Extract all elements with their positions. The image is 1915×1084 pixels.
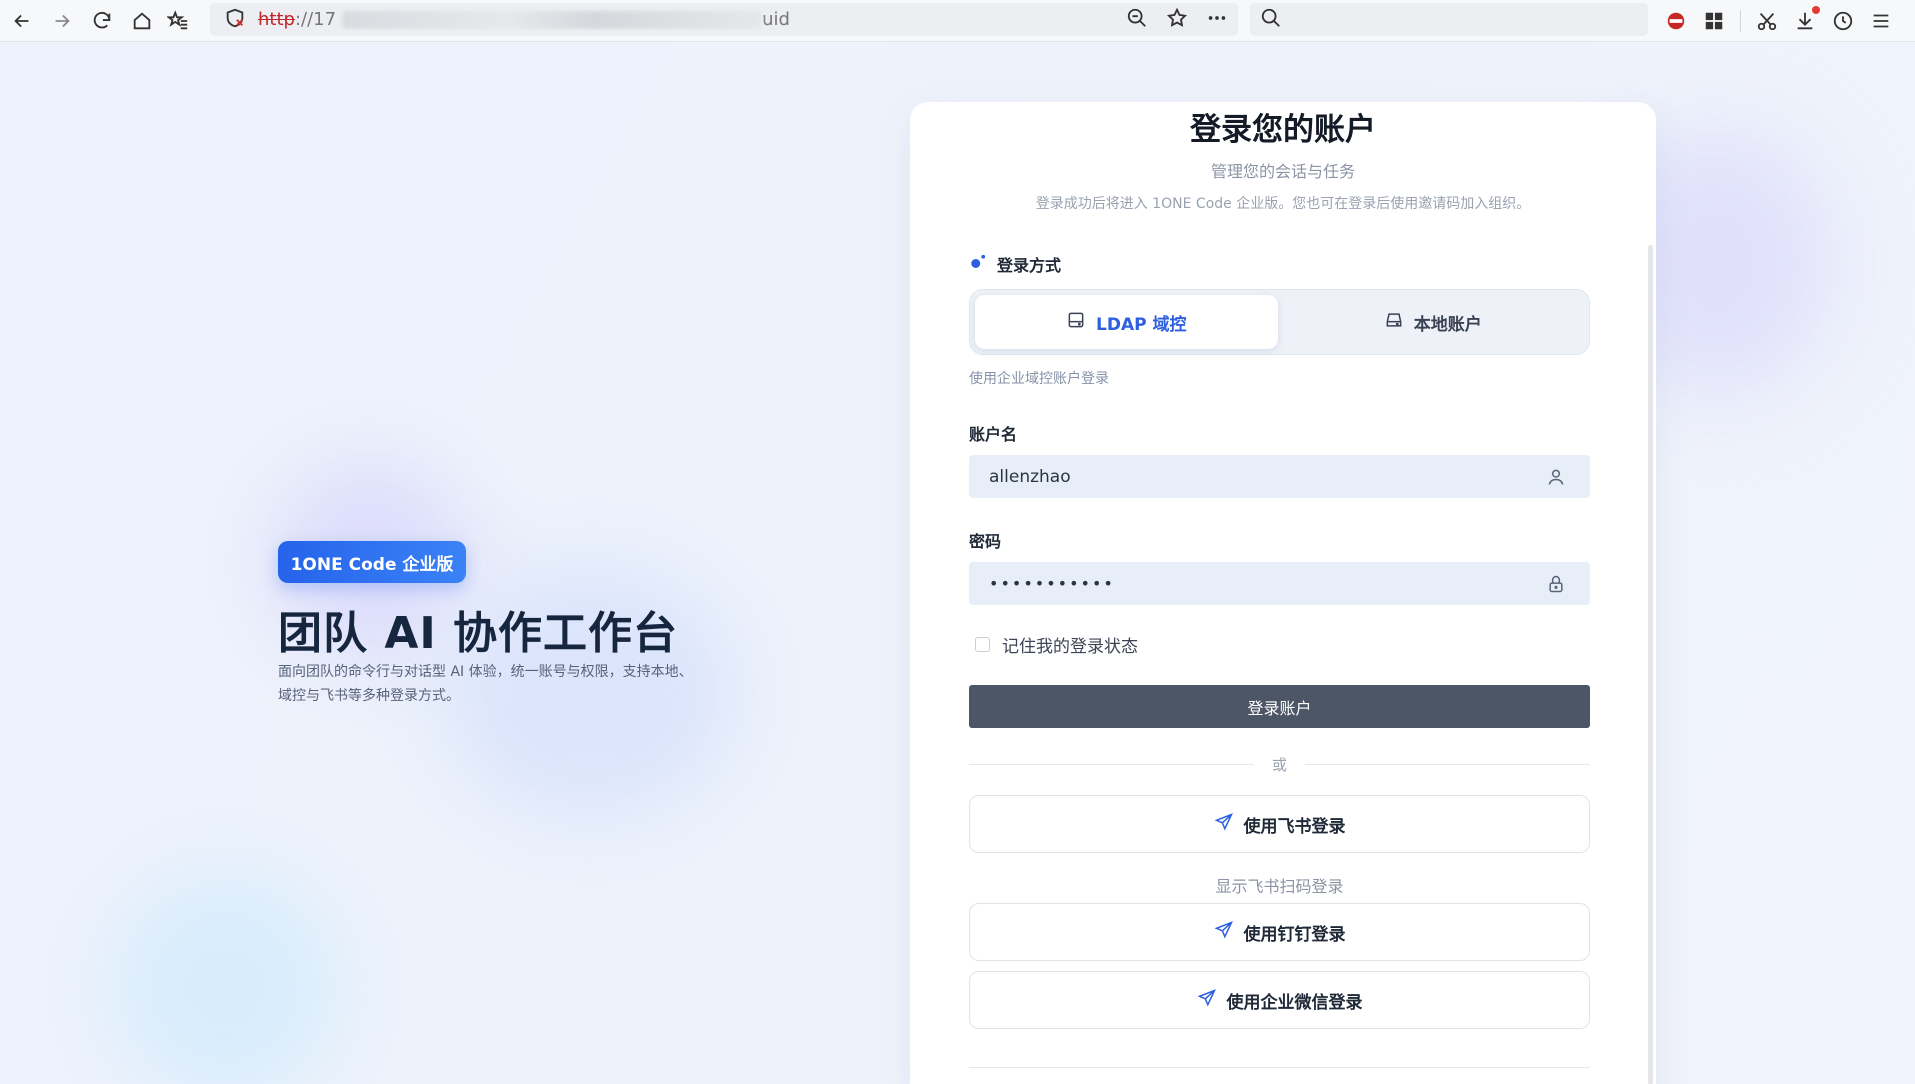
- search-icon[interactable]: [1260, 7, 1282, 33]
- feishu-qr-toggle[interactable]: 显示飞书扫码登录: [969, 873, 1590, 897]
- login-method-label: 登录方式: [969, 252, 1061, 276]
- browser-toolbar: http://17 uid: [0, 0, 1915, 42]
- dingtalk-login-button[interactable]: 使用钉钉登录: [969, 903, 1590, 961]
- reload-icon[interactable]: [82, 0, 122, 42]
- dingtalk-login-label: 使用钉钉登录: [1243, 924, 1346, 945]
- feishu-login-button[interactable]: 使用飞书登录: [969, 795, 1590, 853]
- hard-drive-icon: [1066, 310, 1086, 335]
- wecom-login-button[interactable]: 使用企业微信登录: [969, 971, 1590, 1029]
- card-title: 登录您的账户: [1190, 112, 1376, 148]
- tab-ldap-label: LDAP 域控: [1096, 314, 1187, 335]
- divider-line: [969, 763, 1254, 765]
- tab-local-account[interactable]: 本地账户: [1282, 295, 1585, 349]
- username-value: allenzhao: [989, 466, 1071, 487]
- login-method-tabs: LDAP 域控 本地账户: [969, 289, 1590, 355]
- username-label: 账户名: [969, 425, 1018, 444]
- card-description: 登录成功后将进入 1ONE Code 企业版。您也可在登录后使用邀请码加入组织。: [1035, 196, 1531, 212]
- zoom-icon[interactable]: [1126, 7, 1148, 33]
- bookmarks-icon[interactable]: [158, 0, 198, 42]
- password-label: 密码: [969, 532, 1002, 551]
- divider-line: [1305, 763, 1591, 765]
- hero-description: 面向团队的命令行与对话型 AI 体验，统一账号与权限，支持本地、域控与飞书等多种…: [278, 664, 693, 704]
- send-icon: [1214, 920, 1234, 945]
- satellite-dot-icon: [969, 253, 987, 275]
- password-input[interactable]: •••••••••••: [969, 562, 1590, 605]
- edition-badge: 1ONE Code 企业版: [278, 541, 466, 583]
- notification-dot: [1812, 6, 1820, 14]
- history-icon[interactable]: [1831, 9, 1855, 33]
- apps-grid-icon[interactable]: [1702, 9, 1726, 33]
- scissors-icon[interactable]: [1755, 9, 1779, 33]
- username-input[interactable]: allenzhao: [969, 455, 1590, 498]
- or-divider: 或: [969, 754, 1591, 774]
- download-icon[interactable]: [1793, 6, 1820, 33]
- login-method-text: 登录方式: [997, 256, 1062, 275]
- url-prefix: ://17: [294, 9, 337, 30]
- menu-icon[interactable]: [1869, 9, 1893, 33]
- send-icon: [1197, 988, 1217, 1013]
- password-value: •••••••••••: [989, 574, 1115, 593]
- feishu-login-label: 使用飞书登录: [1243, 816, 1346, 837]
- toolbar-divider: [1740, 10, 1741, 32]
- login-submit-button[interactable]: 登录账户: [969, 685, 1590, 728]
- remember-me[interactable]: 记住我的登录状态: [975, 632, 1138, 657]
- decor-blob: [110, 872, 340, 1084]
- shield-warning-icon[interactable]: [224, 7, 246, 33]
- remember-checkbox[interactable]: [975, 637, 990, 652]
- user-icon: [1546, 467, 1566, 487]
- card-subtitle: 管理您的会话与任务: [1210, 162, 1355, 181]
- or-label: 或: [1272, 755, 1288, 774]
- send-icon: [1214, 812, 1234, 837]
- url-protocol: http: [258, 9, 295, 30]
- home-icon[interactable]: [122, 0, 162, 42]
- login-hint: 使用企业域控账户登录: [969, 371, 1109, 387]
- hero-title: 团队 AI 协作工作台: [278, 608, 679, 659]
- lock-icon: [1546, 574, 1566, 594]
- address-bar[interactable]: http://17 uid: [210, 3, 1238, 36]
- tab-ldap[interactable]: LDAP 域控: [975, 295, 1278, 349]
- url-suffix: uid: [762, 9, 790, 30]
- hard-drive-icon: [1384, 310, 1404, 335]
- back-icon[interactable]: [2, 0, 42, 42]
- card-bottom-divider: [969, 1067, 1590, 1068]
- star-icon[interactable]: [1166, 7, 1188, 33]
- search-bar[interactable]: [1250, 3, 1648, 36]
- more-icon[interactable]: [1206, 7, 1228, 33]
- extension-icon[interactable]: [1664, 9, 1688, 33]
- url-text[interactable]: http://17 uid: [258, 9, 1126, 30]
- remember-label: 记住我的登录状态: [1002, 637, 1138, 657]
- url-redacted: [342, 11, 763, 29]
- tab-local-label: 本地账户: [1413, 314, 1482, 335]
- forward-icon[interactable]: [42, 0, 82, 42]
- scrollbar[interactable]: [1648, 245, 1653, 1084]
- wecom-login-label: 使用企业微信登录: [1226, 992, 1363, 1013]
